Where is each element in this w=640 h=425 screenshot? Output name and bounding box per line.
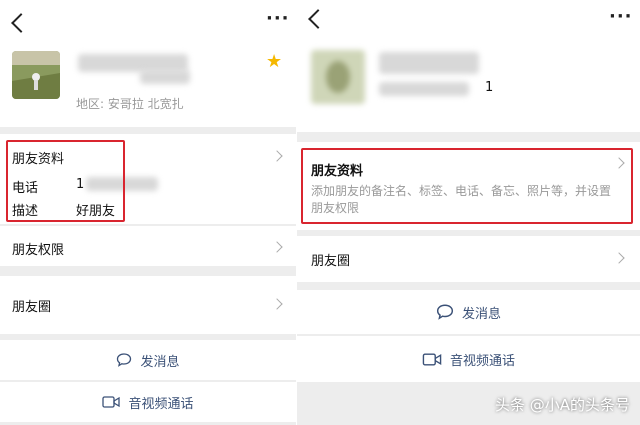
video-call-label: 音视频通话 bbox=[128, 396, 194, 412]
region-text: 地区: 安哥拉 北宽扎 bbox=[76, 97, 184, 111]
avatar-blurred[interactable] bbox=[311, 50, 365, 104]
avatar[interactable] bbox=[12, 51, 60, 99]
video-call-label: 音视频通话 bbox=[449, 353, 515, 369]
moments-label: 朋友圈 bbox=[12, 300, 52, 315]
star-icon[interactable]: ★ bbox=[266, 53, 282, 71]
send-message-label: 发消息 bbox=[140, 354, 180, 370]
video-camera-icon bbox=[102, 396, 121, 408]
video-camera-icon bbox=[422, 352, 442, 366]
left-screen: ··· ★ 地区: 安哥拉 北宽扎 朋友资料 电话 1 描述 好朋友 朋友权限 … bbox=[0, 0, 296, 425]
subtitle-blurred bbox=[379, 82, 469, 96]
chat-bubble-icon bbox=[436, 304, 454, 320]
send-message-label: 发消息 bbox=[461, 306, 501, 322]
highlight-box bbox=[6, 140, 125, 222]
send-message-button[interactable]: 发消息 bbox=[0, 340, 296, 380]
right-screen: ··· 1 朋友资料 添加朋友的备注名、标签、电话、备忘、照片等，并设置朋友权限… bbox=[297, 0, 640, 425]
video-call-button[interactable]: 音视频通话 bbox=[0, 382, 296, 422]
more-icon[interactable]: ··· bbox=[266, 10, 290, 28]
name-blurred bbox=[379, 52, 479, 74]
highlight-box bbox=[301, 148, 633, 224]
name-suffix: 1 bbox=[485, 80, 494, 95]
name-blurred-2 bbox=[140, 70, 190, 84]
video-call-button[interactable]: 音视频通话 bbox=[297, 336, 640, 382]
moments-label: 朋友圈 bbox=[311, 254, 351, 269]
chat-bubble-icon bbox=[117, 353, 132, 367]
send-message-button[interactable]: 发消息 bbox=[297, 290, 640, 334]
more-icon[interactable]: ··· bbox=[609, 8, 633, 26]
permissions-label: 朋友权限 bbox=[12, 243, 65, 258]
watermark: 头条 @小A的头条号 bbox=[494, 396, 630, 414]
